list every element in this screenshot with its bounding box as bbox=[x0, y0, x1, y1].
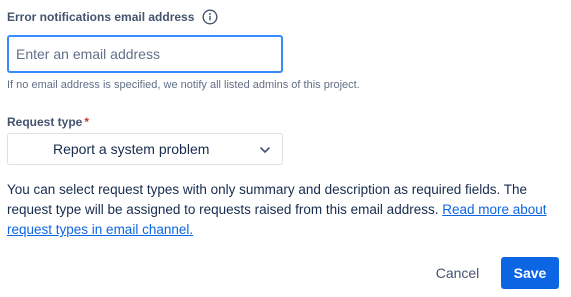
email-field-label-text: Error notifications email address bbox=[7, 10, 195, 24]
required-marker: * bbox=[84, 115, 90, 129]
email-helper-text: If no email address is specified, we not… bbox=[7, 79, 360, 91]
request-type-label-text: Request type bbox=[7, 115, 83, 129]
save-button[interactable]: Save bbox=[501, 257, 559, 289]
request-type-selected-value: Report a system problem bbox=[53, 141, 210, 157]
email-field-label: Error notifications email address bbox=[7, 9, 218, 25]
request-type-label: Request type * bbox=[7, 115, 89, 129]
cancel-button[interactable]: Cancel bbox=[422, 257, 493, 289]
request-type-select[interactable]: Report a system problem bbox=[7, 133, 283, 165]
info-icon[interactable] bbox=[202, 9, 218, 25]
email-field[interactable] bbox=[9, 37, 281, 71]
chevron-down-icon bbox=[258, 143, 272, 157]
email-field-container bbox=[7, 35, 283, 73]
request-type-description: You can select request types with only s… bbox=[7, 180, 552, 240]
